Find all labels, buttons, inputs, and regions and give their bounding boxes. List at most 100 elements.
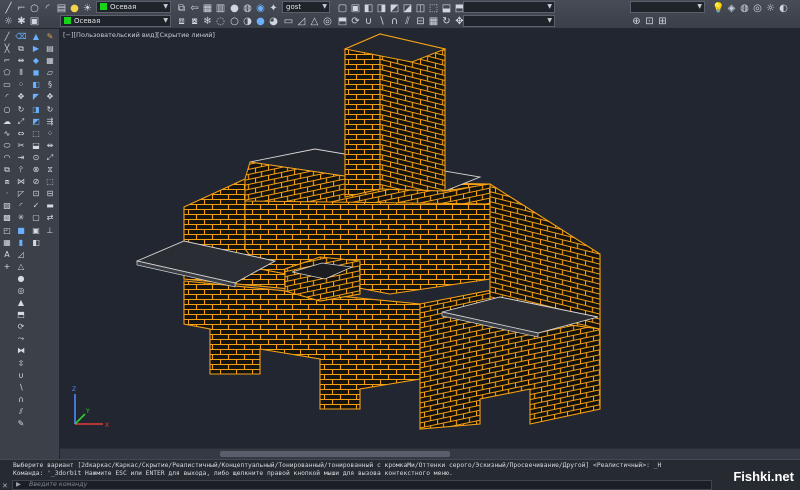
- solid-subtract-icon[interactable]: ∖: [15, 382, 27, 393]
- solid-sweep-icon[interactable]: ⤳: [15, 333, 27, 344]
- flatshot-icon[interactable]: ⬚: [44, 176, 56, 187]
- union-icon[interactable]: ∪: [362, 15, 375, 28]
- layer-dropdown[interactable]: Осевая ▼: [96, 1, 171, 13]
- mirror-icon[interactable]: ⇹: [15, 55, 27, 66]
- 3dscale-icon[interactable]: ⤢: [44, 152, 56, 163]
- 3drotate-icon[interactable]: ↻: [44, 104, 56, 115]
- layer-states-icon[interactable]: ▦: [201, 2, 214, 15]
- layer-previous-icon[interactable]: ⇦: [188, 2, 201, 15]
- interfere-icon[interactable]: ⧖: [44, 164, 56, 175]
- view-iso2-icon[interactable]: ⬚: [427, 2, 440, 15]
- environment-icon[interactable]: ◐: [777, 2, 790, 15]
- convert-icon[interactable]: ⇄: [44, 212, 56, 223]
- trim-icon[interactable]: ✂: [15, 140, 27, 151]
- solid-pyramid-icon[interactable]: ▲: [15, 297, 27, 308]
- sphere-icon[interactable]: ●: [228, 2, 241, 15]
- region-icon[interactable]: ◰: [1, 225, 13, 236]
- section-icon[interactable]: ⊟: [414, 15, 427, 28]
- gradient-icon[interactable]: ▩: [1, 212, 13, 223]
- move-face-icon[interactable]: ▶: [30, 43, 42, 54]
- solid-revolve-icon[interactable]: ⟳: [15, 321, 27, 332]
- arc-icon[interactable]: ◜: [41, 2, 54, 15]
- lightbulb-small-icon[interactable]: ☼: [2, 15, 15, 28]
- circle-tool-icon[interactable]: ○: [1, 104, 13, 115]
- solid-edit-icon[interactable]: ✎: [15, 418, 27, 429]
- taper-face-icon[interactable]: ◤: [30, 91, 42, 102]
- imprint-icon[interactable]: ⊙: [30, 152, 42, 163]
- shell-icon[interactable]: ⊡: [30, 188, 42, 199]
- clean-icon[interactable]: ⊗: [30, 164, 42, 175]
- copy-edge-icon[interactable]: ⬚: [30, 128, 42, 139]
- hidden-icon[interactable]: ◑: [241, 15, 254, 28]
- bulb-icon[interactable]: ●: [68, 2, 81, 15]
- sun-icon[interactable]: ☀: [81, 2, 94, 15]
- layer-freeze-icon[interactable]: ❄: [201, 15, 214, 28]
- chamfer-icon[interactable]: ◸: [15, 188, 27, 199]
- view-front-icon[interactable]: ◩: [388, 2, 401, 15]
- sphere-shaded-icon[interactable]: ◍: [241, 2, 254, 15]
- text-icon[interactable]: A: [1, 249, 13, 260]
- brick-oven-model[interactable]: X Y Z: [60, 29, 800, 448]
- add-icon[interactable]: +: [1, 261, 13, 272]
- color-edge-icon[interactable]: ⬓: [30, 140, 42, 151]
- offset-face-icon[interactable]: ◆: [30, 55, 42, 66]
- material-icon[interactable]: ◍: [738, 2, 751, 15]
- orbit-icon[interactable]: ↻: [440, 15, 453, 28]
- view-iso-icon[interactable]: ◫: [414, 2, 427, 15]
- color-face-icon[interactable]: ◩: [30, 116, 42, 127]
- zoom-window-icon[interactable]: ⊡: [643, 15, 656, 28]
- fillet-icon[interactable]: ◜: [15, 200, 27, 211]
- horizontal-scrollbar[interactable]: [60, 448, 800, 459]
- offset-icon[interactable]: ⫴: [15, 67, 27, 78]
- solid-cone-icon[interactable]: △: [15, 261, 27, 272]
- 3darray-icon[interactable]: ⁘: [44, 128, 56, 139]
- construction-line-icon[interactable]: ╳: [1, 43, 13, 54]
- rotate-face-icon[interactable]: ◧: [30, 79, 42, 90]
- layer-walk-icon[interactable]: ⧇: [188, 15, 201, 28]
- solid-torus-icon[interactable]: ◎: [15, 285, 27, 296]
- solid-sphere-icon[interactable]: ●: [15, 273, 27, 284]
- layer-off-icon[interactable]: ◌: [214, 15, 227, 28]
- array-icon[interactable]: ⁘: [15, 79, 27, 90]
- spline-icon[interactable]: ∿: [1, 128, 13, 139]
- solid-extrude-icon[interactable]: ⬒: [15, 309, 27, 320]
- extrude-face-icon[interactable]: ▲: [30, 31, 42, 42]
- polysolid-icon[interactable]: ▤: [44, 43, 56, 54]
- view-bottom-icon[interactable]: ▣: [349, 2, 362, 15]
- insert-block-icon[interactable]: ⧉: [1, 164, 13, 175]
- rectangle-icon[interactable]: ▭: [1, 79, 13, 90]
- planar-surface-icon[interactable]: ▱: [44, 67, 56, 78]
- separate-icon[interactable]: ⊘: [30, 176, 42, 187]
- lock-icon[interactable]: ▣: [28, 15, 41, 28]
- view-dropdown[interactable]: ▼: [463, 1, 555, 13]
- polyline-icon[interactable]: ⌐: [15, 2, 28, 15]
- viewport-dropdown[interactable]: ▼: [463, 15, 555, 27]
- render-icon[interactable]: ◈: [725, 2, 738, 15]
- mesh-icon[interactable]: ▦: [427, 15, 440, 28]
- check-icon[interactable]: ✓: [30, 200, 42, 211]
- command-input[interactable]: ▶ Введите команду: [12, 480, 712, 490]
- presspull-icon[interactable]: ⇳: [15, 358, 27, 369]
- viewport-controls-label[interactable]: [−][Пользовательский вид][Скрытие линий]: [63, 31, 215, 39]
- scrollbar-thumb[interactable]: [220, 451, 450, 457]
- realistic-icon[interactable]: ●: [254, 15, 267, 28]
- camera-icon[interactable]: ◎: [751, 2, 764, 15]
- point-icon[interactable]: ·: [1, 188, 13, 199]
- view-top-icon[interactable]: ▢: [336, 2, 349, 15]
- drawing-viewport[interactable]: [−][Пользовательский вид][Скрытие линий]: [60, 29, 800, 459]
- solid-slice-icon[interactable]: ⫽: [15, 406, 27, 417]
- torus-icon[interactable]: ◎: [321, 15, 334, 28]
- subtract-icon[interactable]: ∖: [375, 15, 388, 28]
- 3dmirror-icon[interactable]: ⇹: [44, 140, 56, 151]
- polyline-tool-icon[interactable]: ⌐: [1, 55, 13, 66]
- solid-wedge-icon[interactable]: ◿: [15, 249, 27, 260]
- freeze-icon[interactable]: ✱: [15, 15, 28, 28]
- copy-icon[interactable]: ⧉: [15, 43, 27, 54]
- ucs-icon[interactable]: ⊥: [44, 225, 56, 236]
- pin-icon[interactable]: ✦: [267, 2, 280, 15]
- extend-icon[interactable]: ⇥: [15, 152, 27, 163]
- arc-tool-icon[interactable]: ◜: [1, 91, 13, 102]
- match-layer-icon[interactable]: ⧉: [175, 2, 188, 15]
- solid-cylinder-icon[interactable]: ▮: [15, 237, 27, 248]
- delete-face-icon[interactable]: ◼: [30, 67, 42, 78]
